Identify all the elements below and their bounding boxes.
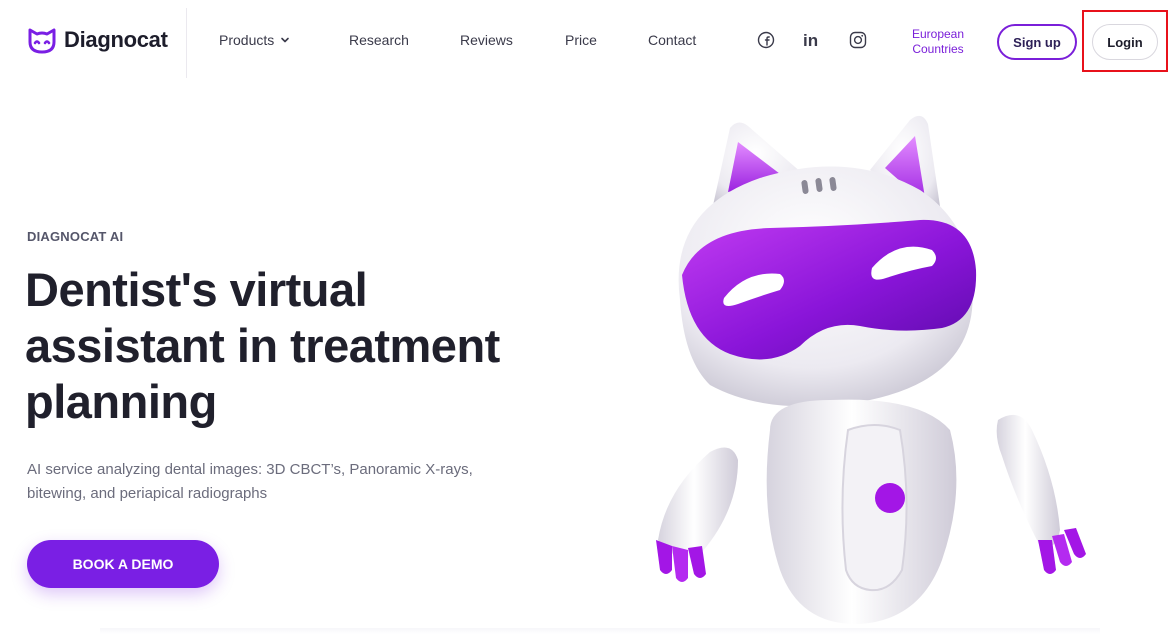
- cat-face-logo-icon: [28, 28, 56, 54]
- nav-price-label: Price: [565, 32, 597, 48]
- login-highlight-box: Login: [1082, 10, 1168, 72]
- login-button[interactable]: Login: [1092, 24, 1158, 60]
- robot-cat-mascot: [656, 115, 1086, 625]
- site-header: Diagnocat Products Research Reviews Pric…: [0, 0, 1169, 82]
- hero-eyebrow: DIAGNOCAT AI: [27, 229, 124, 244]
- hero-subtext: AI service analyzing dental images: 3D C…: [27, 461, 473, 502]
- nav-reviews-label: Reviews: [460, 32, 513, 48]
- region-line1: European: [911, 27, 965, 41]
- nav-contact[interactable]: Contact: [648, 32, 696, 48]
- logo-text: Diagnocat: [64, 27, 168, 52]
- logo[interactable]: Diagnocat: [26, 24, 168, 56]
- nav-products[interactable]: Products: [219, 32, 290, 48]
- signup-button[interactable]: Sign up: [997, 24, 1077, 60]
- hero-bottom-fade: [100, 628, 1100, 634]
- linkedin-icon[interactable]: in: [803, 31, 818, 51]
- nav-price[interactable]: Price: [565, 32, 597, 48]
- nav-research[interactable]: Research: [349, 32, 409, 48]
- book-demo-button[interactable]: BOOK A DEMO: [27, 540, 219, 588]
- nav-contact-label: Contact: [648, 32, 697, 48]
- region-selector[interactable]: European Countries: [898, 27, 978, 57]
- hero-headline: Dentist's virtual assistant in treatment…: [25, 263, 500, 428]
- nav-products-label: Products: [219, 32, 275, 48]
- chevron-down-icon: [281, 37, 290, 43]
- nav-reviews[interactable]: Reviews: [460, 32, 513, 48]
- header-divider: [186, 8, 187, 78]
- instagram-icon[interactable]: [849, 31, 867, 49]
- facebook-icon[interactable]: [757, 31, 775, 49]
- region-line2: Countries: [912, 42, 964, 56]
- nav-research-label: Research: [349, 32, 409, 48]
